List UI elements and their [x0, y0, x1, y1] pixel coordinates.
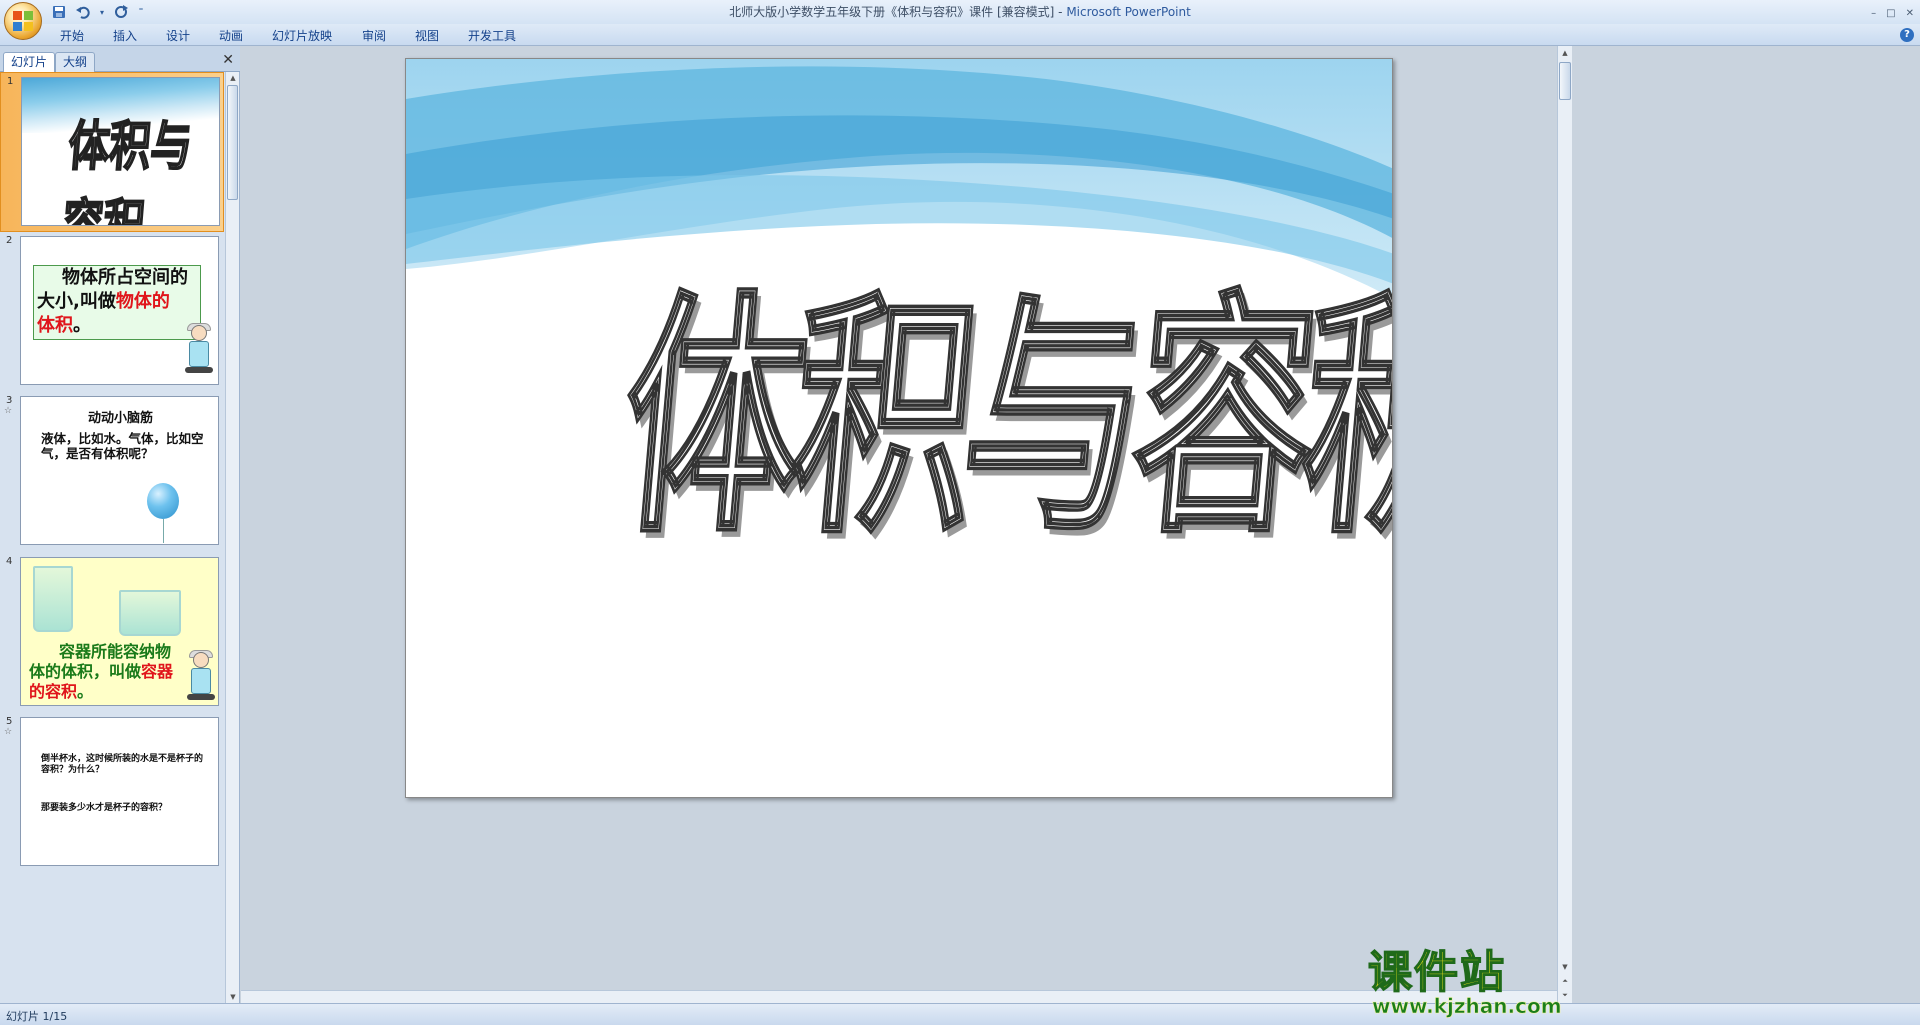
vertical-scrollbar[interactable]: ▲ ▼ ⏶ ⏷	[1557, 46, 1572, 1003]
redo-icon[interactable]	[112, 3, 130, 21]
customize-qat-icon[interactable]: ⁼	[136, 3, 146, 21]
animation-star-icon: ☆	[4, 406, 13, 416]
slide-thumbnail-5[interactable]: 5 ☆ 倒半杯水，这时候所装的水是不是杯子的容积？为什么？ 那要装多少水才是杯子…	[0, 713, 224, 873]
balloon-string	[163, 519, 164, 543]
definition-line-2: 大小,叫做物体的	[37, 290, 197, 314]
tab-animation[interactable]: 动画	[219, 27, 243, 44]
app-name: Microsoft PowerPoint	[1066, 5, 1191, 19]
slide-number: 1	[7, 76, 14, 87]
tab-slides[interactable]: 幻灯片	[3, 52, 56, 72]
scroll-down-icon[interactable]: ▼	[227, 991, 239, 1003]
horizontal-scrollbar[interactable]	[241, 990, 1557, 1003]
close-window-button[interactable]: ✕	[1906, 2, 1914, 26]
pane-scrollbar[interactable]: ▲ ▼	[225, 72, 239, 1003]
text-period: 。	[73, 315, 91, 336]
site-watermark: 课件站 www.kjzhan.com	[1366, 947, 1562, 1019]
thumbnail-question-2: 那要装多少水才是杯子的容积？	[41, 803, 168, 813]
thumbnail-canvas: 倒半杯水，这时候所装的水是不是杯子的容积？为什么？ 那要装多少水才是杯子的容积？	[20, 717, 219, 866]
slide-counter: 幻灯片 1/15	[6, 1010, 68, 1023]
help-icon[interactable]: ?	[1900, 28, 1914, 42]
tab-slideshow[interactable]: 幻灯片放映	[272, 27, 332, 44]
text-called: ,叫做	[73, 291, 116, 312]
scroll-up-icon[interactable]: ▲	[227, 72, 239, 84]
definition-line-1: 物体所占空间的	[62, 267, 188, 288]
status-bar: 幻灯片 1/15	[0, 1003, 1920, 1025]
save-icon[interactable]	[50, 3, 68, 21]
balloon-image	[147, 483, 179, 519]
tab-design[interactable]: 设计	[166, 27, 190, 44]
window-controls: – □ ✕	[1871, 2, 1914, 26]
office-logo-icon	[13, 11, 33, 31]
thumbnail-body: 液体，比如水。气体，比如空气，是否有体积呢？	[41, 431, 204, 461]
tab-view[interactable]: 视图	[415, 27, 439, 44]
thumbnail-canvas: 物体所占空间的 大小,叫做物体的 体积。	[20, 236, 219, 385]
professor-cartoon	[183, 323, 213, 375]
text-object: 物体的	[115, 291, 170, 312]
title-bar: 北师大版小学数学五年级下册《体积与容积》课件 [兼容模式] - Microsof…	[0, 0, 1920, 24]
window-title: 北师大版小学数学五年级下册《体积与容积》课件 [兼容模式] -	[729, 5, 1067, 19]
slide-number: 2	[6, 235, 13, 246]
close-pane-icon[interactable]: ✕	[222, 52, 234, 68]
quick-access-toolbar: ▾ ⁼	[50, 3, 146, 21]
minimize-button[interactable]: –	[1871, 2, 1876, 26]
scroll-up-icon[interactable]: ▲	[1559, 47, 1571, 59]
slide-number: 4	[6, 556, 13, 567]
slide-number: 5	[6, 716, 13, 727]
ribbon-tabs: 开始 插入 设计 动画 幻灯片放映 审阅 视图 开发工具 ?	[0, 24, 1920, 46]
scroll-thumb[interactable]	[227, 85, 238, 200]
professor-cartoon	[185, 650, 215, 702]
tab-developer[interactable]: 开发工具	[468, 27, 516, 44]
dropdown-icon[interactable]: ▾	[98, 3, 106, 21]
slide-number: 3	[6, 395, 13, 406]
office-button[interactable]	[4, 2, 42, 40]
current-slide[interactable]: 体积与容积	[405, 58, 1393, 798]
undo-icon[interactable]	[74, 3, 92, 21]
tab-insert[interactable]: 插入	[113, 27, 137, 44]
thumbnail-heading: 动动小脑筋	[87, 411, 153, 426]
beaker-image	[119, 590, 181, 636]
scroll-thumb[interactable]	[1559, 62, 1571, 100]
thumbnail-body: 容器所能容纳物体的体积，叫做容器的容积。	[29, 642, 184, 702]
window-background	[1572, 46, 1920, 1003]
slide-thumbnail-2[interactable]: 2 物体所占空间的 大小,叫做物体的 体积。	[0, 232, 224, 392]
slide-title[interactable]: 体积与容积	[611, 267, 1392, 569]
thumbnail-canvas: 体积与容积	[21, 77, 220, 226]
tab-review[interactable]: 审阅	[362, 27, 386, 44]
tab-outline[interactable]: 大纲	[55, 52, 96, 72]
slide-thumbnail-1[interactable]: 1 体积与容积	[0, 72, 224, 232]
maximize-button[interactable]: □	[1886, 2, 1895, 26]
definition-line-3: 体积。	[37, 314, 197, 338]
slide-thumbnail-4[interactable]: 4 容器所能容纳物体的体积，叫做容器的容积。	[0, 553, 224, 713]
beaker-image	[33, 566, 73, 632]
text-period: 。	[77, 682, 94, 701]
slide-editing-area: 体积与容积	[241, 46, 1557, 1003]
pane-tabs: 幻灯片 大纲 ✕	[0, 46, 240, 72]
watermark-url: www.kjzhan.com	[1372, 994, 1562, 1019]
scroll-down-icon[interactable]: ▼	[1559, 961, 1571, 973]
slides-pane: 幻灯片 大纲 ✕ 1 体积与容积 2 物体所占空间的 大小,叫做物体的 体积。	[0, 46, 240, 1003]
thumbnail-question-1: 倒半杯水，这时候所装的水是不是杯子的容积？为什么？	[41, 754, 204, 775]
watermark-title: 课件站	[1367, 947, 1506, 998]
tab-home[interactable]: 开始	[60, 27, 84, 44]
thumbnail-canvas: 容器所能容纳物体的体积，叫做容器的容积。	[20, 557, 219, 706]
text-volume: 体积	[37, 315, 73, 336]
slide-thumbnail-3[interactable]: 3 ☆ 动动小脑筋 液体，比如水。气体，比如空气，是否有体积呢？	[0, 392, 224, 552]
text-size: 大小	[37, 291, 73, 312]
animation-star-icon: ☆	[4, 727, 13, 737]
definition-box: 物体所占空间的 大小,叫做物体的 体积。	[33, 265, 201, 340]
powerpoint-window: 北师大版小学数学五年级下册《体积与容积》课件 [兼容模式] - Microsof…	[0, 0, 1920, 1025]
thumbnail-title: 体积与容积	[59, 114, 195, 226]
previous-slide-icon[interactable]: ⏶	[1559, 975, 1571, 987]
slide-thumbnail-list: 1 体积与容积 2 物体所占空间的 大小,叫做物体的 体积。 3 ☆ 动动小脑筋…	[0, 72, 224, 1003]
thumbnail-canvas: 动动小脑筋 液体，比如水。气体，比如空气，是否有体积呢？	[20, 396, 219, 545]
